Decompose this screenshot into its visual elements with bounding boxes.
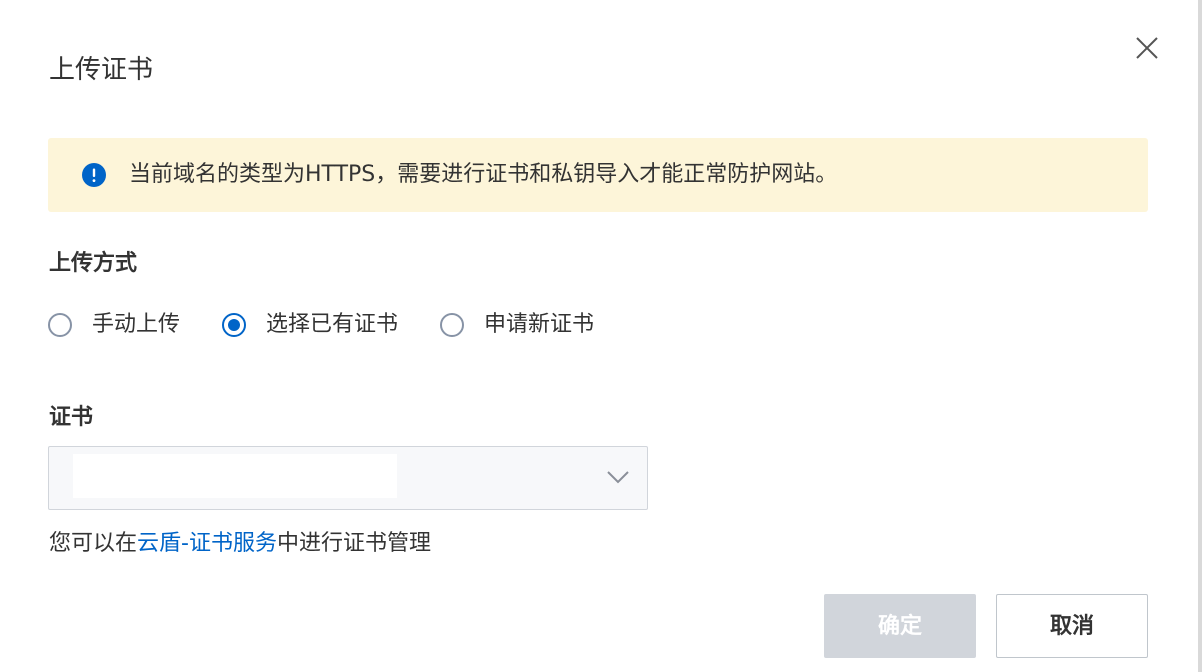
radio-button-unchecked[interactable] xyxy=(440,313,465,337)
hint-prefix: 您可以在 xyxy=(49,531,138,556)
info-exclamation-icon xyxy=(82,163,106,187)
certificate-label: 证书 xyxy=(49,405,94,430)
alert-message: 当前域名的类型为HTTPS，需要进行证书和私钥导入才能正常防护网站。 xyxy=(129,162,838,187)
cancel-button[interactable]: 取消 xyxy=(996,594,1148,658)
https-alert: 当前域名的类型为HTTPS，需要进行证书和私钥导入才能正常防护网站。 xyxy=(48,138,1148,212)
radio-apply-new[interactable]: 申请新证书 xyxy=(440,310,594,340)
radio-button-checked[interactable] xyxy=(222,313,247,337)
upload-certificate-dialog: 上传证书 当前域名的类型为HTTPS，需要进行证书和私钥导入才能正常防护网站。 … xyxy=(0,0,1202,672)
upload-method-radio-group: 手动上传 选择已有证书 申请新证书 xyxy=(48,308,594,342)
radio-manual-upload[interactable]: 手动上传 xyxy=(48,310,180,340)
certificate-service-link[interactable]: 云盾-证书服务 xyxy=(137,531,277,556)
close-button[interactable] xyxy=(1130,31,1164,65)
certificate-select-value xyxy=(73,454,397,498)
radio-label: 手动上传 xyxy=(92,312,181,337)
confirm-button[interactable]: 确定 xyxy=(824,594,976,658)
chevron-down-icon xyxy=(607,471,629,484)
radio-label: 选择已有证书 xyxy=(266,312,399,337)
certificate-select[interactable] xyxy=(48,446,648,510)
radio-select-existing[interactable]: 选择已有证书 xyxy=(222,310,398,340)
hint-suffix: 中进行证书管理 xyxy=(276,531,431,556)
radio-label: 申请新证书 xyxy=(484,312,595,337)
radio-button-unchecked[interactable] xyxy=(48,313,72,337)
dialog-edge xyxy=(1198,0,1202,672)
close-icon xyxy=(1136,37,1158,59)
certificate-hint: 您可以在云盾-证书服务中进行证书管理 xyxy=(49,528,431,560)
dialog-title: 上传证书 xyxy=(49,55,154,85)
upload-method-label: 上传方式 xyxy=(49,251,138,276)
